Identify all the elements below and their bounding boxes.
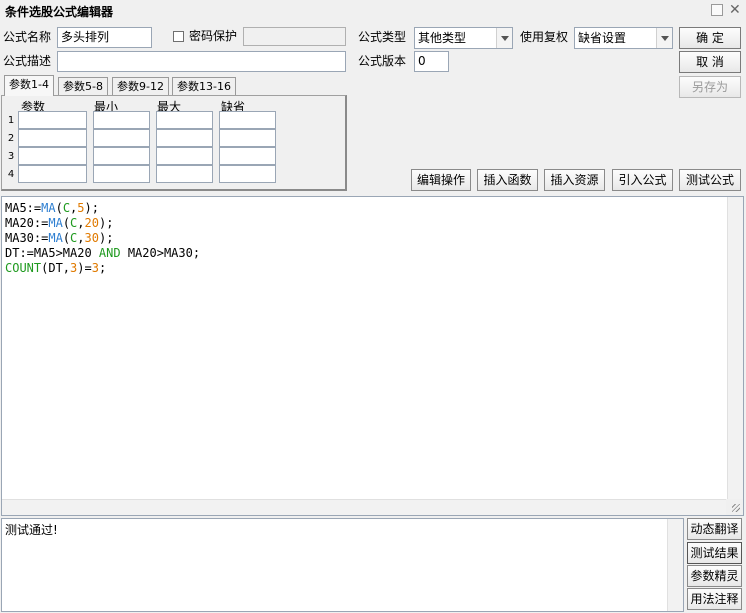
window-title: 条件选股公式编辑器 [5, 5, 114, 19]
code-editor[interactable]: MA5:=MA(C,5); MA20:=MA(C,20); MA30:=MA(C,3… [1, 196, 744, 516]
chevron-down-icon[interactable] [656, 28, 672, 48]
resize-grip-icon[interactable] [726, 499, 743, 515]
code-content[interactable]: MA5:=MA(C,5); MA20:=MA(C,20); MA30:=MA(C,3… [5, 201, 200, 276]
param-row-number: 4 [7, 169, 15, 180]
param-2-default-input[interactable] [219, 129, 276, 147]
param-2-min-input[interactable] [93, 129, 150, 147]
code-line: DT:=MA5>MA20 AND MA20>MA30; [5, 246, 201, 260]
param-1-default-input[interactable] [219, 111, 276, 129]
insert-function-button[interactable]: 插入函数 [477, 169, 538, 191]
result-vertical-scrollbar[interactable] [667, 519, 683, 611]
code-line: MA20:=MA(C,20); [5, 216, 114, 230]
param-3-default-input[interactable] [219, 147, 276, 165]
dynamic-translate-button[interactable]: 动态翻译 [687, 518, 742, 540]
formula-name-input[interactable]: 多头排列 [57, 27, 152, 48]
tab-params-13-16[interactable]: 参数13-16 [172, 77, 236, 96]
formula-version-input[interactable]: 0 [414, 51, 449, 72]
test-result-text: 测试通过! [5, 523, 58, 537]
param-row-number: 1 [7, 115, 15, 126]
tab-params-1-4[interactable]: 参数1-4 [4, 75, 54, 96]
param-row-number: 3 [7, 151, 15, 162]
param-row-number: 2 [7, 133, 15, 144]
rights-select[interactable]: 缺省设置 [574, 27, 673, 49]
password-label: 密码保护 [189, 29, 238, 43]
param-2-name-input[interactable] [18, 129, 87, 147]
param-4-min-input[interactable] [93, 165, 150, 183]
editor-horizontal-scrollbar[interactable] [2, 499, 726, 515]
title-bar: 条件选股公式编辑器 ✕ [0, 0, 746, 22]
test-formula-button[interactable]: 测试公式 [679, 169, 741, 191]
param-1-max-input[interactable] [156, 111, 213, 129]
param-3-max-input[interactable] [156, 147, 213, 165]
code-line: MA30:=MA(C,30); [5, 231, 114, 245]
formula-version-label: 公式版本 [358, 54, 407, 68]
formula-desc-input[interactable] [57, 51, 346, 72]
test-result-panel[interactable]: 测试通过! [1, 518, 684, 612]
ok-button[interactable]: 确 定 [679, 27, 741, 49]
test-result-button[interactable]: 测试结果 [687, 542, 742, 564]
chevron-down-icon[interactable] [496, 28, 512, 48]
param-4-max-input[interactable] [156, 165, 213, 183]
param-4-default-input[interactable] [219, 165, 276, 183]
param-1-name-input[interactable] [18, 111, 87, 129]
tab-params-5-8[interactable]: 参数5-8 [58, 77, 108, 96]
close-icon[interactable]: ✕ [729, 1, 741, 19]
maximize-icon[interactable] [711, 4, 723, 16]
save-as-button[interactable]: 另存为 [679, 76, 741, 98]
param-1-min-input[interactable] [93, 111, 150, 129]
formula-type-value: 其他类型 [418, 31, 467, 45]
param-wizard-button[interactable]: 参数精灵 [687, 565, 742, 587]
param-2-max-input[interactable] [156, 129, 213, 147]
password-checkbox[interactable] [173, 31, 184, 42]
formula-desc-label: 公式描述 [3, 54, 52, 68]
rights-label: 使用复权 [520, 30, 569, 44]
edit-operations-button[interactable]: 编辑操作 [411, 169, 471, 191]
tab-params-9-12[interactable]: 参数9-12 [112, 77, 169, 96]
code-line: COUNT(DT,3)=3; [5, 261, 107, 275]
import-formula-button[interactable]: 引入公式 [612, 169, 673, 191]
code-line: MA5:=MA(C,5); [5, 201, 99, 215]
password-input[interactable] [243, 27, 346, 46]
param-3-min-input[interactable] [93, 147, 150, 165]
formula-type-select[interactable]: 其他类型 [414, 27, 513, 49]
param-3-name-input[interactable] [18, 147, 87, 165]
rights-value: 缺省设置 [578, 31, 627, 45]
formula-name-label: 公式名称 [3, 30, 52, 44]
formula-type-label: 公式类型 [358, 30, 407, 44]
cancel-button[interactable]: 取 消 [679, 51, 741, 73]
usage-notes-button[interactable]: 用法注释 [687, 588, 742, 610]
insert-resource-button[interactable]: 插入资源 [544, 169, 605, 191]
editor-vertical-scrollbar[interactable] [727, 197, 743, 499]
param-4-name-input[interactable] [18, 165, 87, 183]
params-panel: 参数 最小 最大 缺省 1 2 3 4 [1, 95, 347, 191]
